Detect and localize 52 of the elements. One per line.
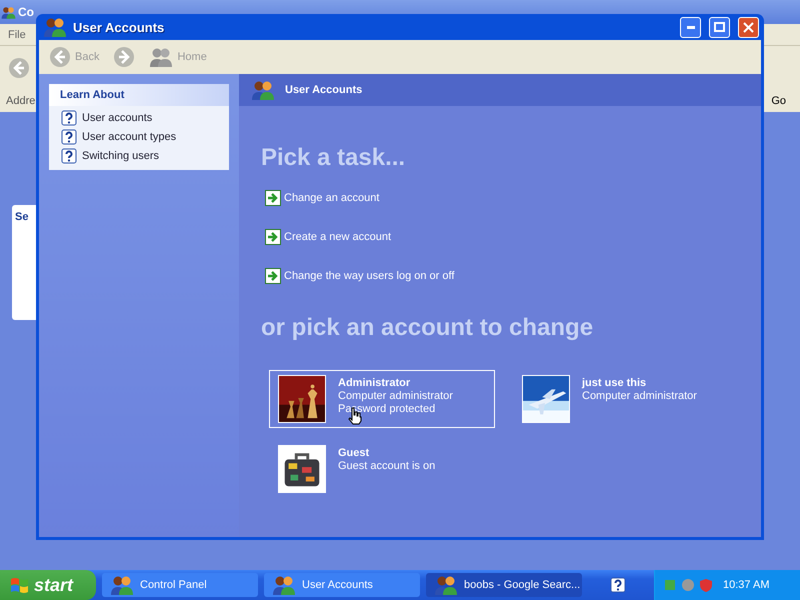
start-button[interactable]: start	[0, 570, 96, 600]
task-link[interactable]: Change an account	[265, 190, 761, 206]
account-name: Guest	[338, 447, 370, 460]
account-detail: Computer administrator	[338, 390, 453, 403]
windows-logo-icon	[10, 576, 30, 594]
help-link[interactable]: User account types	[61, 129, 229, 145]
help-icon	[61, 148, 77, 164]
panel-title: Se	[14, 210, 30, 223]
taskbar-button[interactable]: boobs - Google Searc...	[426, 573, 582, 597]
account-detail: Guest account is on	[338, 460, 436, 473]
users-icon	[43, 16, 67, 38]
account-tile[interactable]: just use this Computer administrator	[513, 370, 739, 428]
arrow-icon	[265, 229, 281, 245]
task-link[interactable]: Change the way users log on or off	[265, 268, 761, 284]
address-label: Addre	[6, 95, 36, 107]
window-title: User Accounts	[73, 20, 166, 34]
maximize-button[interactable]	[709, 16, 730, 38]
help-icon	[610, 577, 626, 593]
arrow-icon	[265, 268, 281, 284]
minimize-button[interactable]	[680, 16, 701, 38]
maximize-icon	[714, 22, 725, 32]
window-icon	[434, 574, 458, 596]
account-heading: or pick an account to change	[261, 314, 594, 342]
task-link[interactable]: Create a new account	[265, 229, 761, 245]
help-icon	[61, 110, 77, 126]
help-link[interactable]: Switching users	[61, 148, 229, 164]
go-button[interactable]: Go	[771, 95, 786, 107]
window-title: Co	[18, 5, 34, 19]
account-detail: Computer administrator	[582, 390, 697, 403]
menu-item[interactable]: File	[8, 28, 26, 40]
back-button[interactable]: Back	[45, 46, 104, 68]
taskbar-button[interactable]: User Accounts	[264, 573, 420, 597]
close-icon	[743, 22, 754, 32]
account-tile[interactable]: Guest Guest account is on	[269, 440, 495, 498]
arrow-icon	[265, 190, 281, 206]
window-icon	[272, 574, 296, 596]
clock: 10:37 AM	[723, 579, 770, 591]
home-button[interactable]: Home	[145, 46, 211, 68]
minimize-icon	[686, 26, 694, 28]
help-link[interactable]: User accounts	[61, 110, 229, 126]
users-icon	[251, 79, 275, 101]
help-icon	[61, 129, 77, 145]
account-name: just use this	[582, 377, 648, 390]
close-button[interactable]	[738, 16, 759, 38]
security-icon	[699, 578, 713, 592]
header-title: User Accounts	[285, 84, 362, 96]
panel-title: Learn About	[49, 84, 229, 106]
taskbar-button[interactable]: Control Panel	[102, 573, 258, 597]
task-heading: Pick a task...	[261, 144, 406, 172]
users-icon	[149, 46, 174, 68]
account-name: Administrator	[338, 377, 412, 390]
window-icon	[110, 574, 134, 596]
